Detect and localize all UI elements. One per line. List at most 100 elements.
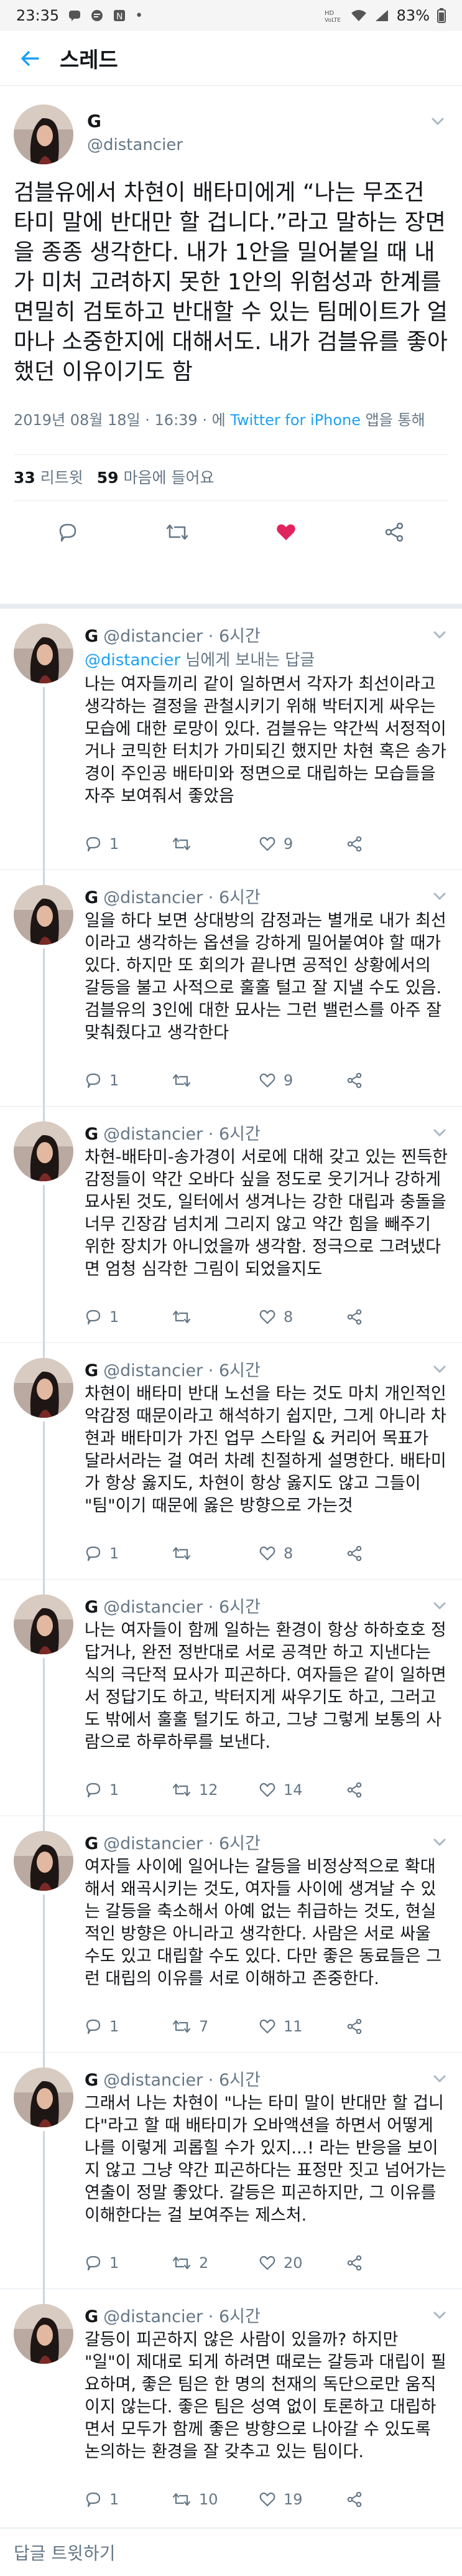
share-button[interactable] (346, 1308, 363, 1326)
reply-button[interactable]: 1 (85, 2491, 172, 2508)
author-name[interactable]: G (85, 627, 98, 646)
retweets-stat[interactable]: 33 리트윗 (14, 466, 83, 488)
reply-composer-button[interactable]: 답글 트윗하기 (0, 2528, 462, 2576)
retweet-button[interactable]: 12 (172, 1781, 259, 1799)
reply-button[interactable]: 1 (85, 1072, 172, 1089)
reply-button[interactable]: 1 (85, 2018, 172, 2035)
author-name[interactable]: G (85, 2071, 98, 2090)
chevron-down-icon[interactable] (430, 113, 446, 129)
author-handle[interactable]: @distancier (103, 1834, 203, 1853)
retweet-button[interactable]: 10 (172, 2491, 259, 2508)
avatar[interactable] (14, 624, 73, 683)
avatar[interactable] (14, 1358, 73, 1418)
reply-button[interactable]: 1 (85, 2254, 172, 2272)
tweet-date: 2019년 08월 18일 · 16:39 · 에 (14, 411, 231, 429)
author-handle[interactable]: @distancier (103, 2307, 203, 2326)
like-button[interactable]: 9 (259, 835, 346, 853)
author-name[interactable]: G (85, 1598, 98, 1617)
reply-button[interactable]: 1 (85, 1781, 172, 1799)
like-button[interactable]: 11 (259, 2018, 346, 2035)
author-name[interactable]: G (85, 1361, 98, 1380)
reply-button[interactable]: 1 (85, 1545, 172, 1562)
author-handle[interactable]: @distancier (87, 136, 183, 154)
more-dots-icon: • (135, 7, 144, 24)
avatar[interactable] (14, 1122, 73, 1181)
avatar[interactable] (14, 2068, 73, 2127)
share-button[interactable] (346, 2254, 363, 2272)
share-button[interactable] (346, 2018, 363, 2035)
like-count: 14 (284, 1781, 303, 1799)
author-handle[interactable]: @distancier (103, 1361, 203, 1380)
avatar[interactable] (14, 1595, 73, 1654)
author-handle[interactable]: @distancier (103, 1125, 203, 1144)
author-handle[interactable]: @distancier (103, 627, 203, 646)
chevron-down-icon[interactable] (432, 1835, 447, 1850)
share-button[interactable] (346, 2491, 363, 2508)
likes-stat[interactable]: 59 마음에 들어요 (97, 466, 215, 488)
like-button[interactable]: 8 (259, 1308, 346, 1326)
author-handle[interactable]: @distancier (103, 2071, 203, 2090)
reply-icon[interactable] (57, 521, 79, 543)
avatar[interactable] (14, 105, 73, 164)
avatar[interactable] (14, 2304, 73, 2364)
like-count: 8 (284, 1308, 293, 1326)
author-name[interactable]: G (85, 1125, 98, 1144)
chevron-down-icon[interactable] (432, 2071, 447, 2086)
retweet-count: 7 (199, 2018, 209, 2035)
chevron-down-icon[interactable] (432, 627, 447, 642)
reply-count: 1 (109, 1781, 119, 1799)
share-button[interactable] (346, 1072, 363, 1089)
author-name[interactable]: G (85, 1834, 98, 1853)
chat-notification-icon (68, 9, 81, 22)
retweet-button[interactable] (172, 1308, 259, 1326)
reply-to-handle[interactable]: @distancier (85, 651, 180, 670)
chevron-down-icon[interactable] (432, 1362, 447, 1377)
reply-header: G @distancier · 6시간 (85, 627, 261, 646)
reply-tweet[interactable]: G @distancier · 6시간 차현-배타미-송가경이 서로에 대해 갖고… (0, 1107, 462, 1343)
chevron-down-icon[interactable] (432, 1125, 447, 1140)
author-name[interactable]: G (85, 888, 98, 907)
avatar[interactable] (14, 1831, 73, 1891)
reply-tweet[interactable]: G @distancier · 6시간 일을 하다 보면 상대방의 감정과는 별개… (0, 870, 462, 1107)
reply-button[interactable]: 1 (85, 835, 172, 853)
share-button[interactable] (346, 1781, 363, 1799)
tweet-time: 6시간 (218, 2071, 261, 2090)
reply-tweet[interactable]: G @distancier · 6시간 차현이 배타미 반대 노선을 타는 것도 … (0, 1343, 462, 1580)
like-button[interactable]: 8 (259, 1545, 346, 1562)
share-button[interactable] (346, 1545, 363, 1562)
author-name[interactable]: G (85, 2307, 98, 2326)
retweets-label: 리트윗 (40, 469, 83, 487)
reply-tweet[interactable]: G @distancier · 6시간 여자들 사이에 일어나는 갈등을 비정상적… (0, 1816, 462, 2053)
like-button[interactable]: 14 (259, 1781, 346, 1799)
like-button[interactable]: 19 (259, 2491, 346, 2508)
author-handle[interactable]: @distancier (103, 888, 203, 907)
app-header: 스레드 (0, 31, 462, 86)
chevron-down-icon[interactable] (432, 2308, 447, 2323)
share-button[interactable] (346, 835, 363, 853)
back-button[interactable] (0, 31, 60, 86)
like-icon[interactable] (275, 521, 297, 543)
reply-tweet[interactable]: G @distancier · 6시간 그래서 나는 차현이 "나는 타미 말이 … (0, 2053, 462, 2289)
reply-tweet[interactable]: G @distancier · 6시간 @distancier 님에게 보내는 답… (0, 609, 462, 870)
retweet-button[interactable] (172, 835, 259, 853)
retweet-button[interactable] (172, 1072, 259, 1089)
reply-tweet[interactable]: G @distancier · 6시간 나는 여자들이 함께 일하는 환경이 항상… (0, 1580, 462, 1816)
chevron-down-icon[interactable] (432, 1598, 447, 1613)
chevron-down-icon[interactable] (432, 889, 447, 904)
retweet-button[interactable] (172, 1545, 259, 1562)
author-name[interactable]: G (87, 111, 101, 131)
retweet-icon[interactable] (165, 521, 190, 543)
like-button[interactable]: 20 (259, 2254, 346, 2272)
tweet-source-link[interactable]: Twitter for iPhone (230, 411, 361, 429)
like-button[interactable]: 9 (259, 1072, 346, 1089)
avatar[interactable] (14, 885, 73, 945)
author-handle[interactable]: @distancier (103, 1598, 203, 1617)
share-icon[interactable] (383, 521, 405, 543)
battery-icon (437, 8, 446, 23)
retweet-button[interactable]: 7 (172, 2018, 259, 2035)
reply-button[interactable]: 1 (85, 1308, 172, 1326)
retweet-button[interactable]: 2 (172, 2254, 259, 2272)
reply-tweet[interactable]: G @distancier · 6시간 갈등이 피곤하지 않은 사람이 있을까? … (0, 2289, 462, 2528)
back-arrow-icon (19, 48, 40, 69)
retweet-count: 2 (199, 2254, 209, 2272)
